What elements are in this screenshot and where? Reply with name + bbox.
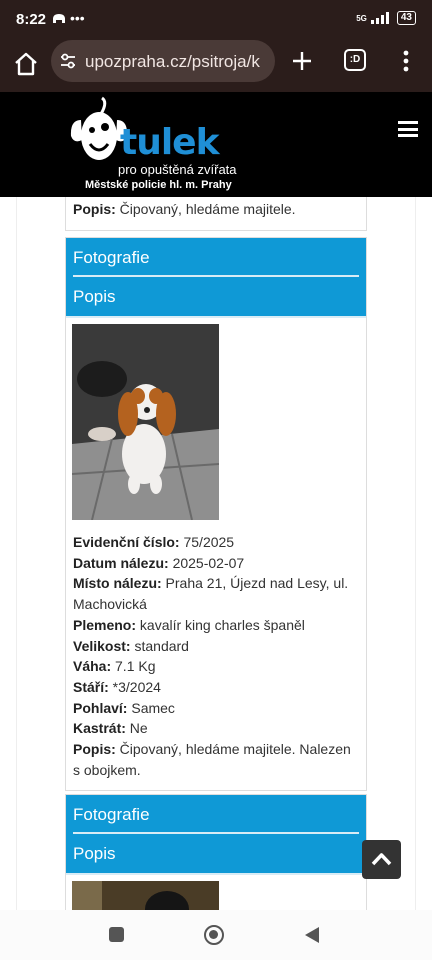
animal-card-next: Fotografie Popis: [65, 794, 367, 910]
url-text[interactable]: upozpraha.cz/psitroja/k: [85, 52, 271, 72]
field-place: Místo nálezu: Praha 21, Újezd nad Lesy, …: [73, 573, 359, 614]
field-value: kavalír king charles španěl: [136, 616, 305, 633]
status-indicators: 5G 43: [356, 11, 416, 25]
status-time: 8:22: [16, 11, 47, 28]
site-logo[interactable]: tulek pro opuštěná zvířata Městské polic…: [68, 96, 238, 192]
status-bar: 8:22 ••• 5G 43: [0, 0, 432, 38]
dog-photo-image: [72, 324, 219, 520]
field-date: Datum nálezu: 2025-02-07: [73, 553, 359, 574]
field-label: Kastrát:: [73, 720, 126, 737]
description-heading: Popis: [73, 844, 116, 863]
network-label: 5G: [356, 13, 367, 23]
home-nav-icon[interactable]: [204, 925, 224, 945]
page-content: Popis: Čipovaný, hledáme majitele. Fotog…: [0, 197, 432, 910]
scroll-to-top-button[interactable]: [362, 840, 401, 879]
field-sex: Pohlaví: Samec: [73, 698, 359, 719]
dog-photo-image: [72, 881, 219, 910]
card-header: Fotografie Popis: [66, 238, 366, 316]
back-icon[interactable]: [304, 926, 320, 944]
dog-photo[interactable]: [72, 324, 219, 520]
field-value: 7.1 Kg: [111, 658, 156, 675]
field-size: Velikost: standard: [73, 636, 359, 657]
recents-icon[interactable]: [109, 927, 124, 942]
field-value: Čipovaný, hledáme majitele.: [115, 201, 296, 217]
field-label: Velikost:: [73, 637, 131, 654]
battery-icon: 43: [396, 11, 416, 25]
browser-toolbar: upozpraha.cz/psitroja/k :D: [0, 38, 432, 92]
field-label: Evidenční číslo:: [73, 534, 180, 550]
field-label: Popis:: [73, 201, 116, 217]
field-label: Plemeno:: [73, 616, 137, 633]
home-icon[interactable]: [12, 50, 40, 78]
address-bar[interactable]: upozpraha.cz/psitroja/k: [51, 40, 275, 82]
card-header: Fotografie Popis: [66, 795, 366, 873]
animal-card: Fotografie Popis Evidenční číslo: 75/202…: [65, 237, 367, 792]
field-weight: Váha: 7.1 Kg: [73, 656, 359, 677]
field-value: Samec: [127, 699, 175, 716]
plus-icon[interactable]: [290, 49, 314, 73]
field-label: Místo nálezu:: [73, 575, 162, 592]
field-label: Váha:: [73, 658, 112, 675]
photo-heading: Fotografie: [73, 238, 359, 277]
hamburger-icon[interactable]: [398, 121, 418, 137]
logo-owner: Městské policie hl. m. Prahy: [85, 179, 232, 191]
system-nav-bar: [0, 910, 432, 960]
field-value: 2025-02-07: [168, 554, 245, 571]
dog-photo[interactable]: [72, 881, 219, 910]
field-value: Ne: [125, 720, 148, 737]
card-info: Popis: Čipovaný, hledáme majitele.: [66, 197, 366, 230]
photo-heading: Fotografie: [73, 795, 359, 834]
animal-card-previous: Popis: Čipovaný, hledáme majitele.: [65, 197, 367, 231]
field-value: standard: [130, 637, 189, 654]
logo-word: tulek: [120, 122, 220, 163]
field-label: Stáří:: [73, 678, 109, 695]
field-neutered: Kastrát: Ne: [73, 718, 359, 739]
field-value: *3/2024: [108, 678, 161, 695]
field-label: Popis:: [73, 741, 116, 758]
tabs-icon[interactable]: :D: [344, 49, 366, 71]
more-notifications-icon: •••: [70, 10, 85, 26]
more-vert-icon[interactable]: [400, 49, 412, 73]
field-evidence: Evidenční číslo: 75/2025: [73, 532, 359, 553]
app-notification-icon: [52, 13, 66, 28]
field-age: Stáří: *3/2024: [73, 677, 359, 698]
site-header: tulek pro opuštěná zvířata Městské polic…: [0, 92, 432, 197]
logo-tagline: pro opuštěná zvířata: [118, 162, 237, 177]
field-label: Pohlaví:: [73, 699, 128, 716]
tune-icon[interactable]: [59, 52, 77, 70]
description-heading: Popis: [73, 287, 116, 306]
field-label: Datum nálezu:: [73, 554, 169, 571]
card-info: Evidenční číslo: 75/2025 Datum nálezu: 2…: [66, 520, 366, 790]
field-value: 75/2025: [179, 534, 235, 550]
field-breed: Plemeno: kavalír king charles španěl: [73, 615, 359, 636]
field-description: Popis: Čipovaný, hledáme majitele. Nalez…: [73, 739, 359, 780]
signal-icon: [370, 12, 389, 24]
chevron-up-icon: [371, 853, 392, 866]
